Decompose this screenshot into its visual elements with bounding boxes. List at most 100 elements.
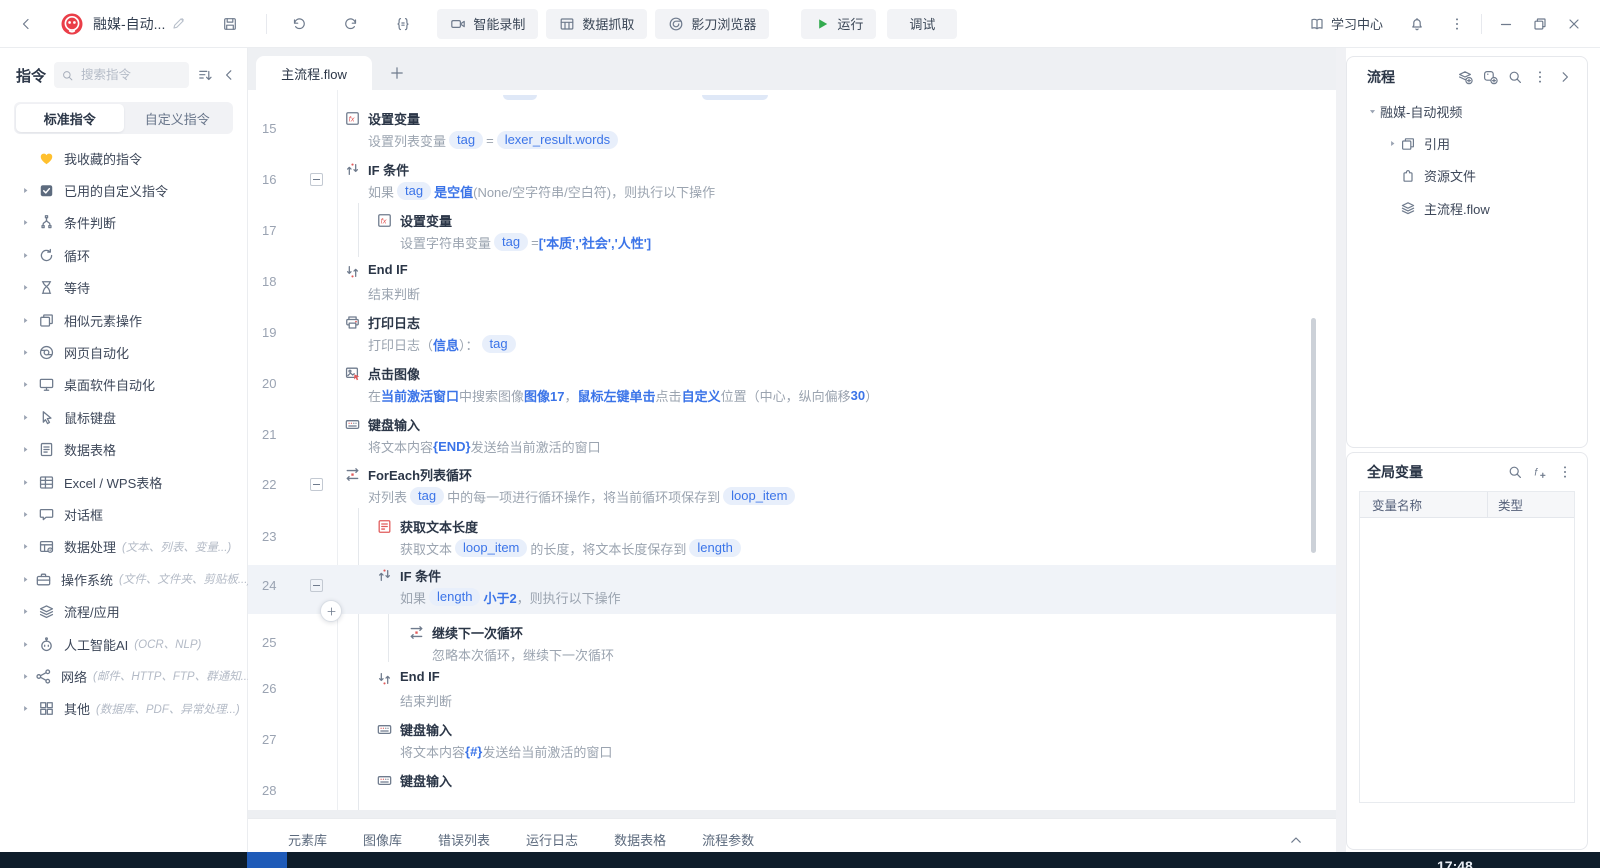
command-search-input[interactable] <box>79 67 150 83</box>
collapse-sidebar-icon[interactable] <box>221 67 237 83</box>
back-button[interactable] <box>12 10 40 38</box>
bottom-tab-6[interactable]: 流程参数 <box>702 830 754 849</box>
collapse-toggle[interactable] <box>310 579 323 592</box>
minimize-button[interactable] <box>1492 10 1520 38</box>
expand-panel-icon[interactable] <box>1288 832 1304 848</box>
learn-center-button[interactable]: 学习中心 <box>1309 14 1383 33</box>
flow-tree-item-2[interactable]: 引用 <box>1347 127 1587 159</box>
more-menu-button[interactable] <box>1443 10 1471 38</box>
add-variable-icon[interactable]: f <box>1532 464 1548 480</box>
rename-icon[interactable] <box>171 16 186 31</box>
param-link[interactable]: {END} <box>433 439 471 454</box>
flow-tree-item-1[interactable]: 融媒-自动视频 <box>1347 95 1587 127</box>
param-link[interactable]: 是空值 <box>434 182 473 201</box>
param-link[interactable]: 自定义 <box>682 386 721 405</box>
sidebar-item-1[interactable]: 我收藏的指令 <box>0 142 247 174</box>
panel-resize-gutter[interactable] <box>248 810 1336 818</box>
param-link[interactable]: 图像17 <box>524 386 564 405</box>
insert-step-button[interactable] <box>320 600 342 622</box>
flow-step-23[interactable]: 23 获取文本长度 获取文本 loop_item 的长度，将文本长度保存到 leng… <box>248 516 1336 562</box>
variables-button[interactable] <box>389 10 417 38</box>
sidebar-item-6[interactable]: 相似元素操作 <box>0 304 247 336</box>
collapse-panel-icon[interactable] <box>1557 69 1573 85</box>
debug-button[interactable]: 调试 <box>887 8 958 39</box>
search-icon[interactable] <box>1507 464 1523 480</box>
sidebar-item-15[interactable]: 流程/应用 <box>0 595 247 627</box>
variable-pill[interactable]: tag <box>449 131 484 149</box>
command-tab-1[interactable]: 标准指令 <box>16 104 124 132</box>
flow-step-21[interactable]: 21 键盘输入 将文本内容 {END} 发送给当前激活的窗口 <box>248 414 1336 460</box>
flow-scrollbar[interactable] <box>1311 318 1316 553</box>
variable-pill[interactable]: tag <box>494 233 529 251</box>
taskbar-active-app[interactable] <box>247 852 287 868</box>
flow-step-18[interactable]: 18 End IF 结束判断 <box>248 261 1336 307</box>
variable-pill[interactable]: length <box>429 588 481 606</box>
param-link[interactable]: 30 <box>851 388 865 403</box>
redo-button[interactable] <box>337 10 365 38</box>
flow-step-19[interactable]: 19 打印日志 打印日志（ 信息）： tag <box>248 312 1336 358</box>
sidebar-item-12[interactable]: 对话框 <box>0 498 247 530</box>
more-icon[interactable] <box>1532 69 1548 85</box>
flow-step-26[interactable]: 26 End IF 结束判断 <box>248 668 1336 714</box>
sidebar-item-3[interactable]: 条件判断 <box>0 207 247 239</box>
close-button[interactable] <box>1560 10 1588 38</box>
variable-pill[interactable]: loop_item <box>455 539 528 557</box>
toolbar-button-1[interactable]: 智能录制 <box>437 8 539 39</box>
new-tab-button[interactable] <box>380 56 414 90</box>
sidebar-item-17[interactable]: 网络 (邮件、HTTP、FTP、群通知...) <box>0 660 254 692</box>
add-flow-icon[interactable] <box>1457 69 1473 85</box>
bottom-tab-5[interactable]: 数据表格 <box>614 830 666 849</box>
sidebar-item-14[interactable]: 操作系统 (文件、文件夹、剪贴板...) <box>0 563 251 595</box>
bottom-tab-4[interactable]: 运行日志 <box>526 830 578 849</box>
notifications-button[interactable] <box>1403 10 1431 38</box>
sidebar-item-13[interactable]: 数据处理 (文本、列表、变量...) <box>0 531 247 563</box>
param-link[interactable]: 小于2 <box>483 588 516 607</box>
flow-step-16[interactable]: 16 IF 条件 如果 tag 是空值 (None/空字符串/空白符)，则执行以下操作 <box>248 159 1336 205</box>
collapse-toggle[interactable] <box>310 173 323 186</box>
bottom-tab-2[interactable]: 图像库 <box>363 830 402 849</box>
param-link[interactable]: 当前激活窗口 <box>381 386 459 405</box>
right-resize-gutter[interactable] <box>1336 48 1346 852</box>
variable-pill[interactable]: tag <box>397 182 432 200</box>
save-button[interactable] <box>216 10 244 38</box>
param-link[interactable]: 鼠标左键单击 <box>578 386 656 405</box>
bottom-tab-1[interactable]: 元素库 <box>288 830 327 849</box>
variable-pill[interactable]: length <box>689 539 741 557</box>
flow-step-24[interactable]: 24 IF 条件 如果 length 小于2 ，则执行以下操作 <box>248 565 1336 614</box>
param-link[interactable]: 信息 <box>433 335 459 354</box>
sidebar-item-18[interactable]: 其他 (数据库、PDF、异常处理...) <box>0 693 247 725</box>
sidebar-item-4[interactable]: 循环 <box>0 239 247 271</box>
collapse-toggle[interactable] <box>310 478 323 491</box>
flow-tree-item-4[interactable]: 主流程.flow <box>1347 192 1587 224</box>
run-button[interactable]: 运行 <box>801 8 877 39</box>
flow-step-20[interactable]: 20 点击图像在当前激活窗口 中搜索图像 图像17，鼠标左键单击 点击 自定义 位置（中心，… <box>248 363 1336 409</box>
flow-step-22[interactable]: 22 ForEach列表循环 对列表 tag 中的每一项进行循环操作，将当前循环项保… <box>248 464 1336 510</box>
sidebar-item-11[interactable]: Excel / WPS表格 <box>0 466 247 498</box>
variable-pill[interactable]: tag <box>410 487 445 505</box>
undo-button[interactable] <box>285 10 313 38</box>
command-search-box[interactable] <box>54 62 189 88</box>
flow-step-25[interactable]: 25 继续下一次循环 忽略本次循环，继续下一次循环 <box>248 622 1336 668</box>
flow-step-28[interactable]: 28 键盘输入 <box>248 770 1336 810</box>
sidebar-item-7[interactable]: 网页自动化 <box>0 336 247 368</box>
flow-tree-item-3[interactable]: 资源文件 <box>1347 160 1587 192</box>
flow-step-27[interactable]: 27 键盘输入 将文本内容 {#} 发送给当前激活的窗口 <box>248 719 1336 765</box>
tab-main-flow[interactable]: 主流程.flow <box>256 56 372 90</box>
sidebar-item-10[interactable]: 数据表格 <box>0 434 247 466</box>
param-link[interactable]: {#} <box>465 744 482 759</box>
bottom-tab-3[interactable]: 错误列表 <box>438 830 490 849</box>
more-icon[interactable] <box>1557 464 1573 480</box>
flow-step-17[interactable]: 17 fx 设置变量 设置字符串变量 tag = ['本质','社会','人性'] <box>248 210 1336 256</box>
toolbar-button-2[interactable]: 数据抓取 <box>546 8 648 39</box>
search-icon[interactable] <box>1507 69 1523 85</box>
param-link[interactable]: ['本质','社会','人性'] <box>539 233 651 252</box>
toolbar-button-3[interactable]: 影刀浏览器 <box>655 8 770 39</box>
sidebar-item-2[interactable]: 已用的自定义指令 <box>0 174 247 206</box>
sidebar-item-9[interactable]: 鼠标键盘 <box>0 401 247 433</box>
command-tab-2[interactable]: 自定义指令 <box>124 104 232 132</box>
variable-pill[interactable]: tag <box>481 335 516 353</box>
flow-step-15[interactable]: 15 fx 设置变量 设置列表变量 tag = lexer_result.words <box>248 108 1336 154</box>
variable-pill[interactable]: lexer_result.words <box>496 131 619 149</box>
sidebar-item-16[interactable]: 人工智能AI (OCR、NLP) <box>0 628 247 660</box>
add-python-icon[interactable] <box>1482 69 1498 85</box>
